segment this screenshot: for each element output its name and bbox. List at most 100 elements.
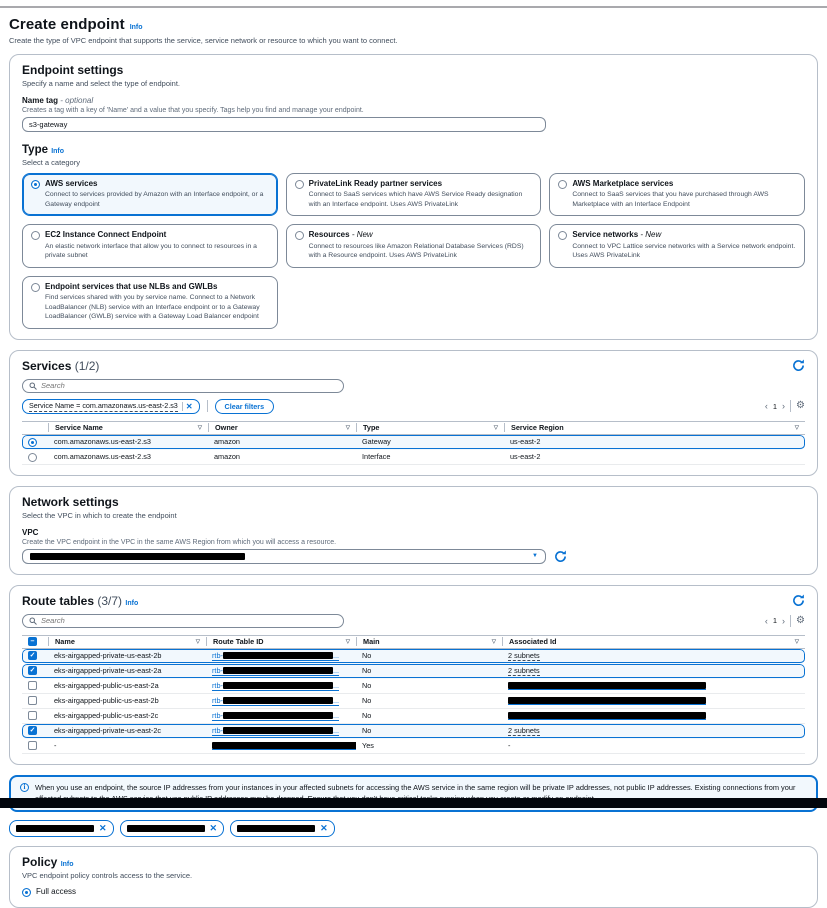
type-option-privatelink-partner[interactable]: PrivateLink Ready partner services Conne… [286, 173, 542, 216]
prev-page-icon[interactable]: ‹ [765, 401, 768, 411]
info-icon: i [20, 783, 29, 792]
radio-selected-icon[interactable] [22, 888, 31, 897]
type-option-marketplace[interactable]: AWS Marketplace services Connect to SaaS… [549, 173, 805, 216]
row-radio-selected[interactable] [28, 438, 37, 447]
network-settings-card: Network settings Select the VPC in which… [9, 486, 818, 575]
sort-icon[interactable]: ▽ [795, 639, 799, 645]
route-table-id-link[interactable] [212, 742, 356, 750]
gear-icon[interactable]: ⚙ [796, 401, 805, 411]
column-header-type[interactable]: Type▽ [356, 423, 504, 432]
table-row[interactable]: - Yes - [22, 739, 805, 754]
page-number[interactable]: 1 [773, 402, 777, 411]
radio-icon[interactable] [558, 180, 567, 189]
route-tables-search-input[interactable] [41, 616, 337, 625]
table-row[interactable]: ✓ eks-airgapped-private-us-east-2c rtb-.… [22, 724, 805, 739]
row-checkbox[interactable] [28, 711, 37, 720]
sort-icon[interactable]: ▽ [492, 639, 496, 645]
page-number[interactable]: 1 [773, 616, 777, 625]
route-tables-search-box[interactable] [22, 614, 344, 628]
page-info-link[interactable]: Info [130, 24, 143, 31]
route-tables-info-link[interactable]: Info [125, 600, 138, 607]
column-header-main[interactable]: Main▽ [356, 637, 502, 646]
column-header-route-table-id[interactable]: Route Table ID▽ [206, 637, 356, 646]
token-close-icon[interactable]: ✕ [210, 824, 218, 833]
next-page-icon[interactable]: › [782, 401, 785, 411]
table-row[interactable]: eks-airgapped-public-us-east-2c rtb-... … [22, 709, 805, 724]
vpc-refresh-button[interactable] [554, 550, 567, 563]
services-pagination: ‹ 1 › ⚙ [765, 400, 805, 412]
column-header-associated-id[interactable]: Associated Id▽ [502, 637, 805, 646]
row-checkbox-checked[interactable]: ✓ [28, 666, 37, 675]
sort-icon[interactable]: ▽ [196, 639, 200, 645]
vpc-select[interactable]: ▼ [22, 549, 546, 564]
sort-icon[interactable]: ▽ [346, 425, 350, 431]
table-row[interactable]: eks-airgapped-public-us-east-2a rtb-... … [22, 679, 805, 694]
row-checkbox[interactable] [28, 681, 37, 690]
gear-icon[interactable]: ⚙ [796, 616, 805, 626]
column-header-service-region[interactable]: Service Region▽ [504, 423, 805, 432]
type-option-aws-services[interactable]: AWS services Connect to services provide… [22, 173, 278, 216]
route-table-id-link[interactable]: rtb-... [212, 666, 339, 676]
sort-icon[interactable]: ▽ [494, 425, 498, 431]
services-refresh-button[interactable] [792, 359, 805, 372]
route-table-id-link[interactable]: rtb-... [212, 651, 339, 661]
route-table-id-link[interactable]: rtb-... [212, 696, 339, 706]
row-radio[interactable] [28, 453, 37, 462]
endpoint-settings-card: Endpoint settings Specify a name and sel… [9, 54, 818, 340]
associated-id-cell[interactable]: 2 subnets [508, 726, 540, 736]
radio-icon[interactable] [558, 231, 567, 240]
services-search-box[interactable] [22, 379, 344, 393]
redacted-token-text [127, 825, 205, 832]
route-table-id-link[interactable]: rtb-... [212, 711, 339, 721]
row-checkbox[interactable] [28, 696, 37, 705]
token-close-icon[interactable]: ✕ [99, 824, 107, 833]
route-tables-refresh-button[interactable] [792, 594, 805, 607]
table-row[interactable]: com.amazonaws.us-east-2.s3 amazon Interf… [22, 450, 805, 465]
type-option-resources[interactable]: Resources - New Connect to resources lik… [286, 224, 542, 267]
associated-id-link[interactable] [508, 697, 706, 705]
policy-option-full-access[interactable]: Full access [22, 887, 805, 897]
prev-page-icon[interactable]: ‹ [765, 616, 768, 626]
table-row[interactable]: ✓ eks-airgapped-private-us-east-2b rtb-.… [22, 649, 805, 664]
type-option-nlb-gwlb[interactable]: Endpoint services that use NLBs and GWLB… [22, 276, 278, 329]
route-table-id-link[interactable]: rtb-... [212, 726, 339, 736]
divider [790, 400, 791, 412]
associated-id-link[interactable] [508, 682, 706, 690]
table-row[interactable]: eks-airgapped-public-us-east-2b rtb-... … [22, 694, 805, 709]
radio-icon[interactable] [295, 180, 304, 189]
new-badge: - New [640, 230, 661, 239]
associated-id-link[interactable] [508, 712, 706, 720]
radio-icon[interactable] [31, 231, 40, 240]
column-header-service-name[interactable]: Service Name▽ [48, 423, 208, 432]
row-checkbox[interactable] [28, 741, 37, 750]
column-header-name[interactable]: Name▽ [48, 637, 206, 646]
sort-icon[interactable]: ▽ [198, 425, 202, 431]
main-cell: No [356, 651, 502, 660]
clear-filters-button[interactable]: Clear filters [215, 399, 275, 414]
row-checkbox-checked[interactable]: ✓ [28, 726, 37, 735]
next-page-icon[interactable]: › [782, 616, 785, 626]
radio-icon[interactable] [295, 231, 304, 240]
token-close-icon[interactable]: ✕ [320, 824, 328, 833]
policy-info-link[interactable]: Info [61, 861, 74, 868]
type-info-link[interactable]: Info [51, 148, 64, 155]
redacted-token-text [237, 825, 315, 832]
filter-chip-close-icon[interactable]: ✕ [182, 402, 196, 411]
services-search-input[interactable] [41, 381, 337, 390]
type-option-ec2-instance-connect[interactable]: EC2 Instance Connect Endpoint An elastic… [22, 224, 278, 267]
name-tag-input[interactable] [22, 117, 546, 132]
sort-icon[interactable]: ▽ [346, 639, 350, 645]
row-checkbox-checked[interactable]: ✓ [28, 651, 37, 660]
radio-selected-icon[interactable] [31, 180, 40, 189]
associated-id-cell[interactable]: 2 subnets [508, 651, 540, 661]
type-option-service-networks[interactable]: Service networks - New Connect to VPC La… [549, 224, 805, 267]
select-all-checkbox[interactable]: – [28, 637, 37, 646]
table-row[interactable]: com.amazonaws.us-east-2.s3 amazon Gatewa… [22, 435, 805, 450]
radio-icon[interactable] [31, 283, 40, 292]
table-row[interactable]: ✓ eks-airgapped-private-us-east-2a rtb-.… [22, 664, 805, 679]
associated-id-cell[interactable]: 2 subnets [508, 666, 540, 676]
column-header-owner[interactable]: Owner▽ [208, 423, 356, 432]
route-table-id-link[interactable]: rtb-... [212, 681, 339, 691]
sort-icon[interactable]: ▽ [795, 425, 799, 431]
type-option-title: Endpoint services that use NLBs and GWLB… [45, 282, 269, 292]
